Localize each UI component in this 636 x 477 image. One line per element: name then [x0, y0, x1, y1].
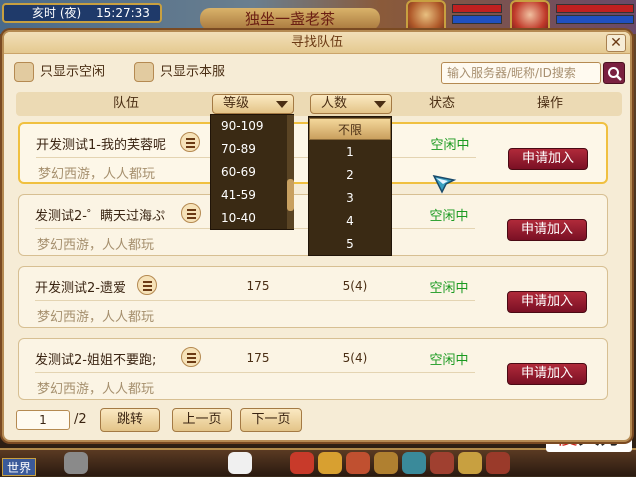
filter-only-idle[interactable]: 只显示空闲 — [14, 62, 105, 82]
team-status: 空闲中 — [430, 138, 470, 153]
page-number-input[interactable]: 1 — [16, 410, 70, 430]
top-banner: 独坐一盏老茶 — [200, 8, 380, 30]
filter-only-this-server[interactable]: 只显示本服 — [134, 62, 225, 82]
chevron-down-icon — [276, 101, 288, 108]
team-info-icon[interactable] — [181, 203, 201, 223]
team-status: 空闲中 — [429, 209, 469, 224]
team-info-icon[interactable] — [181, 347, 201, 367]
team-info-icon[interactable] — [137, 275, 157, 295]
team-row[interactable]: 开发测试2-遗爱 梦幻西游，人人都玩 175 5(4) 空闲中 申请加入 — [18, 266, 608, 328]
level-dropdown[interactable]: 等级 — [212, 94, 294, 114]
gang-icon[interactable] — [458, 452, 482, 474]
apply-join-button[interactable]: 申请加入 — [507, 363, 587, 385]
table-header: 队伍 等级 人数 状态 操作 — [16, 92, 622, 116]
level-option[interactable]: 60-69 — [211, 161, 293, 183]
count-option[interactable]: 4 — [309, 210, 391, 232]
player-mp-bar — [556, 15, 634, 24]
world-channel-button[interactable]: 世界 — [2, 458, 36, 476]
apply-join-button[interactable]: 申请加入 — [508, 148, 588, 170]
count-option[interactable]: 1 — [309, 141, 391, 163]
close-button[interactable]: ✕ — [606, 34, 626, 52]
level-dropdown-label: 等级 — [223, 96, 250, 111]
bag-icon[interactable] — [318, 452, 342, 474]
apply-join-button[interactable]: 申请加入 — [507, 291, 587, 313]
apply-join-button[interactable]: 申请加入 — [507, 219, 587, 241]
count-dropdown[interactable]: 人数 — [310, 94, 392, 114]
next-page-button[interactable]: 下一页 — [240, 408, 302, 432]
row-divider — [35, 372, 475, 373]
header-team: 队伍 — [112, 96, 139, 111]
skill-icon[interactable] — [346, 452, 370, 474]
team-name: 发测试2-姐姐不要跑; — [35, 353, 157, 368]
pet-mp-bar — [452, 15, 502, 24]
game-clock: 亥时 (夜) 15:27:33 — [2, 3, 162, 23]
filter-only-idle-label: 只显示空闲 — [40, 64, 106, 80]
checkbox-icon[interactable] — [14, 62, 34, 82]
header-status: 状态 — [428, 96, 455, 111]
count-option[interactable]: 5 — [309, 233, 391, 255]
team-name: 开发测试1-我的芙蓉呢 — [36, 138, 166, 153]
chevron-down-icon — [374, 101, 386, 108]
level-scrollbar[interactable] — [287, 115, 294, 229]
team-status: 空闲中 — [429, 353, 469, 368]
team-slogan: 梦幻西游，人人都玩 — [38, 167, 156, 182]
team-name: 开发测试2-遗爱 — [35, 281, 126, 296]
team-slogan: 梦幻西游，人人都玩 — [37, 382, 155, 397]
goto-page-button[interactable]: 跳转 — [100, 408, 160, 432]
pet-hp-bar — [452, 4, 502, 13]
count-option-selected[interactable]: 不限 — [309, 118, 391, 140]
page-total: /2 — [74, 412, 87, 427]
player-hp-bar — [556, 4, 634, 13]
team-count: 5(4) — [342, 351, 368, 365]
clock-text: 15:27:33 — [96, 6, 150, 20]
chat-icon[interactable] — [64, 452, 88, 474]
search-input[interactable]: 输入服务器/昵称/ID搜索 — [441, 62, 601, 84]
level-option[interactable]: 90-109 — [211, 115, 293, 137]
team-status: 空闲中 — [429, 281, 469, 296]
team-count: 5(4) — [342, 279, 368, 293]
search-icon — [608, 67, 622, 81]
prev-page-button[interactable]: 上一页 — [172, 408, 232, 432]
level-option[interactable]: 10-40 — [211, 207, 293, 229]
team-row[interactable]: 发测试2-姐姐不要跑; 梦幻西游，人人都玩 175 5(4) 空闲中 申请加入 — [18, 338, 608, 400]
dialog-title: 寻找队伍 — [4, 32, 630, 54]
time-period: 亥时 (夜) — [32, 6, 82, 20]
count-option[interactable]: 3 — [309, 187, 391, 209]
team-slogan: 梦幻西游，人人都玩 — [37, 310, 155, 325]
level-option[interactable]: 41-59 — [211, 184, 293, 206]
team-level: 175 — [246, 279, 270, 293]
checkbox-icon[interactable] — [134, 62, 154, 82]
level-option[interactable]: 70-89 — [211, 138, 293, 160]
team-level: 175 — [246, 351, 270, 365]
team-icon[interactable] — [430, 452, 454, 474]
count-dropdown-label: 人数 — [321, 96, 348, 111]
cursor-icon — [432, 174, 457, 194]
team-name: 发测试2-゜瞒天过海ぷ — [35, 209, 165, 224]
search-button[interactable] — [603, 62, 625, 84]
scrollbar-thumb[interactable] — [287, 179, 294, 211]
level-dropdown-menu: 90-109 70-89 60-69 41-59 10-40 — [210, 114, 294, 230]
friend-icon[interactable] — [402, 452, 426, 474]
trade-icon[interactable] — [486, 452, 510, 474]
emote-icon[interactable] — [228, 452, 252, 474]
task-icon[interactable] — [374, 452, 398, 474]
header-action: 操作 — [536, 96, 563, 111]
filter-only-this-server-label: 只显示本服 — [160, 64, 226, 80]
team-info-icon[interactable] — [180, 132, 200, 152]
team-slogan: 梦幻西游，人人都玩 — [37, 238, 155, 253]
row-divider — [35, 300, 475, 301]
item-icon[interactable] — [290, 452, 314, 474]
count-option[interactable]: 2 — [309, 164, 391, 186]
count-dropdown-menu: 不限 1 2 3 4 5 — [308, 116, 392, 256]
